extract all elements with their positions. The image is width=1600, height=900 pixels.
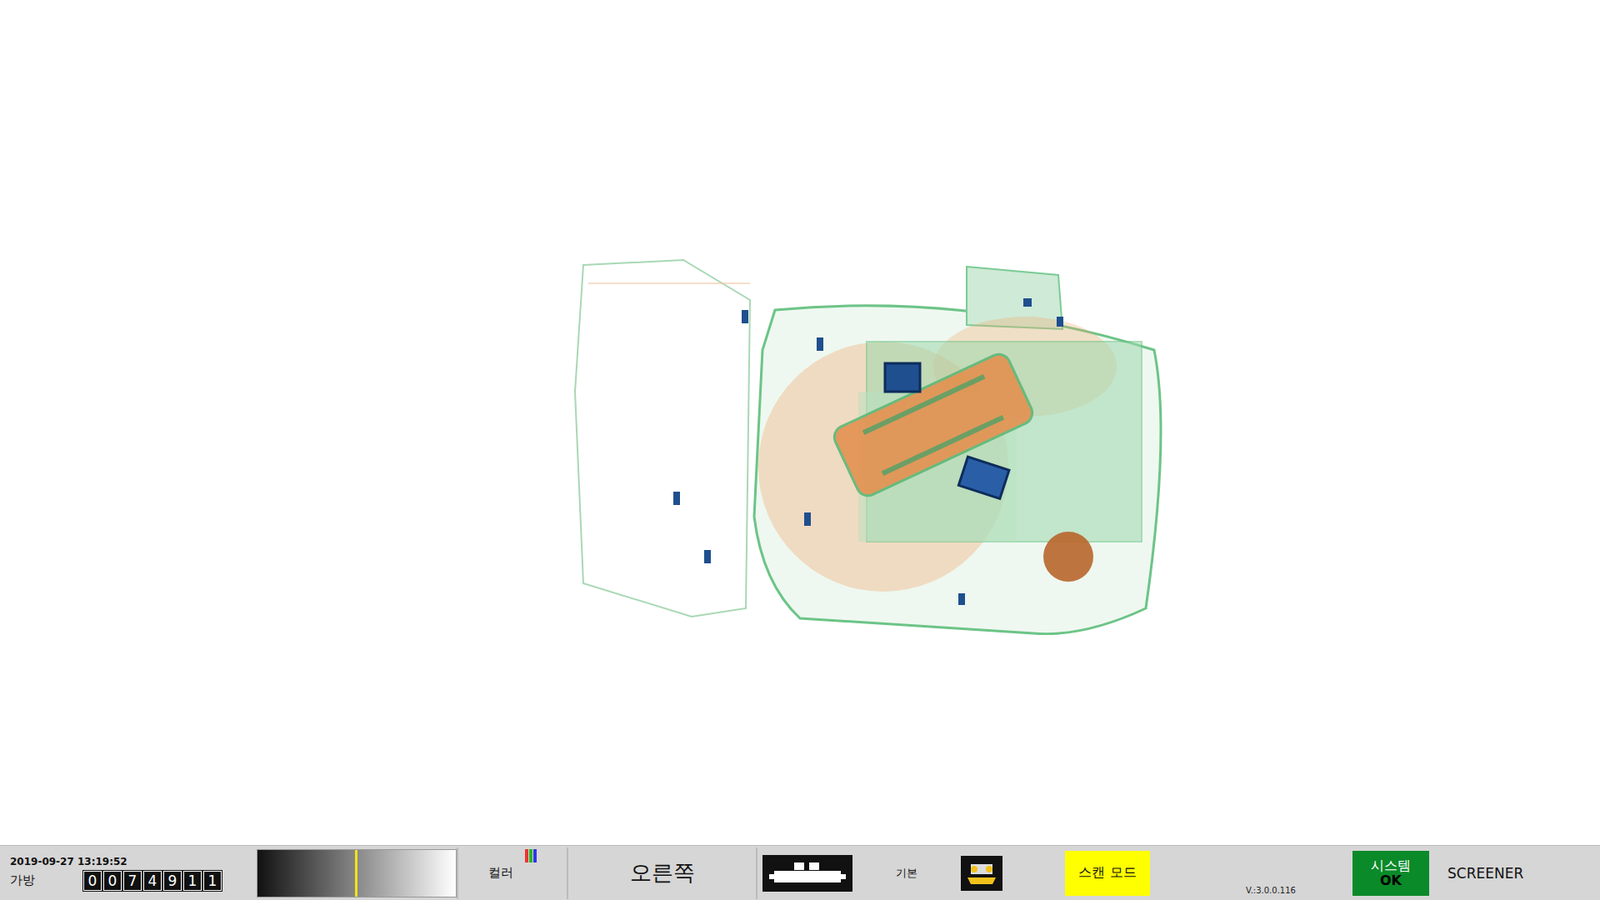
scan-image — [0, 0, 1600, 845]
bag-counter: 0074911 — [83, 870, 222, 891]
rgb-icon — [525, 849, 537, 863]
user-role: SCREENER — [1429, 865, 1524, 882]
datetime: 2019-09-27 13:19:52 — [10, 855, 128, 868]
scan-mode-button[interactable]: 스캔 모드 — [1065, 850, 1150, 896]
density-slider[interactable] — [250, 847, 459, 900]
operator-icon[interactable] — [960, 855, 1003, 891]
bag-label: 가방 — [10, 872, 84, 889]
color-mode[interactable]: 컬러 — [458, 847, 569, 900]
xray-screen: 2019-09-27 13:19:52 가방0074911 컬러오른쪽 기본 스캔 모드… — [0, 0, 1600, 900]
status-bar: 2019-09-27 13:19:52 가방0074911 컬러오른쪽 기본 스캔 모드… — [0, 845, 1600, 900]
conveyor-icon[interactable] — [762, 855, 853, 892]
xray-bag-icon — [0, 0, 1600, 845]
view-mode[interactable]: 기본 — [852, 865, 961, 881]
version: V.:3.0.0.116 — [1212, 885, 1330, 900]
bag-info: 2019-09-27 13:19:52 가방0074911 — [0, 855, 250, 891]
system-status: 시스템OK — [1352, 850, 1430, 896]
density-marker[interactable] — [355, 850, 358, 897]
direction[interactable]: 오른쪽 — [568, 847, 758, 900]
